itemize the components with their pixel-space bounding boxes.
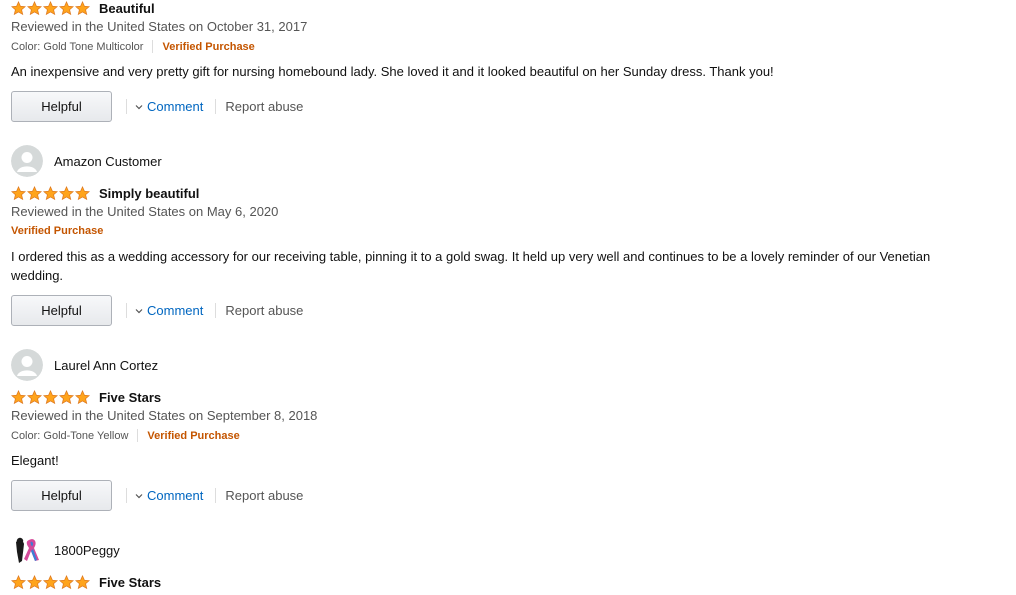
divider <box>126 488 127 503</box>
report-abuse-link[interactable]: Report abuse <box>225 488 303 503</box>
star-icon <box>11 390 26 405</box>
star-icon <box>59 390 74 405</box>
reviewer-profile[interactable]: Laurel Ann Cortez <box>11 349 158 381</box>
star-icon <box>11 1 26 16</box>
divider <box>126 303 127 318</box>
star-icon <box>43 575 58 590</box>
divider <box>137 429 139 442</box>
verified-purchase-badge: Verified Purchase <box>162 40 255 53</box>
review-actions: Helpful Comment Report abuse <box>11 295 303 326</box>
review-variant-row: Color: Gold Tone Multicolor Verified Pur… <box>11 40 255 53</box>
review-date: Reviewed in the United States on October… <box>11 19 308 34</box>
star-rating <box>11 186 90 202</box>
reviewer-name: 1800Peggy <box>54 542 120 558</box>
reviewer-profile[interactable]: Amazon Customer <box>11 145 162 177</box>
star-icon <box>43 1 58 16</box>
report-abuse-link[interactable]: Report abuse <box>225 99 303 114</box>
review-body: An inexpensive and very pretty gift for … <box>11 64 774 79</box>
star-icon <box>27 390 42 405</box>
review-title: Simply beautiful <box>99 186 200 201</box>
review-title: Five Stars <box>99 575 162 590</box>
verified-purchase-badge: Verified Purchase <box>11 225 104 237</box>
reviewer-profile[interactable]: 1800Peggy <box>11 534 120 566</box>
star-icon <box>75 1 90 16</box>
review-date: Reviewed in the United States on Septemb… <box>11 408 318 423</box>
comment-label: Comment <box>147 488 204 503</box>
divider <box>215 303 217 318</box>
star-icon <box>27 186 42 201</box>
helpful-button[interactable]: Helpful <box>11 480 112 511</box>
review-date: Reviewed in the United States on May 6, … <box>11 204 279 219</box>
star-icon <box>43 390 58 405</box>
chevron-down-icon <box>135 104 143 109</box>
review-title: Five Stars <box>99 390 162 405</box>
star-icon <box>75 186 90 201</box>
ribbon-profile-avatar <box>11 534 43 566</box>
review-actions: Helpful Comment Report abuse <box>11 480 303 511</box>
reviewer-name: Laurel Ann Cortez <box>54 357 159 373</box>
star-icon <box>11 186 26 201</box>
star-rating <box>11 390 90 406</box>
star-icon <box>75 390 90 405</box>
star-rating <box>11 575 90 591</box>
comment-link[interactable]: Comment <box>135 303 203 318</box>
star-icon <box>11 575 26 590</box>
comment-link[interactable]: Comment <box>135 488 203 503</box>
divider <box>126 99 127 114</box>
divider <box>215 488 217 503</box>
star-icon <box>59 186 74 201</box>
default-avatar-icon <box>11 349 43 381</box>
star-icon <box>59 1 74 16</box>
report-abuse-link[interactable]: Report abuse <box>225 303 303 318</box>
star-rating <box>11 1 90 17</box>
default-avatar-icon <box>11 145 43 177</box>
variant-label[interactable]: Color: Gold Tone Multicolor <box>11 41 143 53</box>
star-icon <box>27 1 42 16</box>
divider <box>215 99 217 114</box>
chevron-down-icon <box>135 308 143 313</box>
comment-link[interactable]: Comment <box>135 99 203 114</box>
verified-purchase-badge: Verified Purchase <box>147 429 240 442</box>
reviewer-name: Amazon Customer <box>54 153 162 169</box>
review-body: Elegant! <box>11 453 59 468</box>
comment-label: Comment <box>147 99 204 114</box>
star-icon <box>27 575 42 590</box>
star-icon <box>43 186 58 201</box>
chevron-down-icon <box>135 493 143 498</box>
star-icon <box>75 575 90 590</box>
review-title: Beautiful <box>99 1 155 16</box>
review-actions: Helpful Comment Report abuse <box>11 91 303 122</box>
variant-label[interactable]: Color: Gold-Tone Yellow <box>11 430 128 442</box>
helpful-button[interactable]: Helpful <box>11 295 112 326</box>
review-body: I ordered this as a wedding accessory fo… <box>11 249 931 283</box>
comment-label: Comment <box>147 303 204 318</box>
review-variant-row: Color: Gold-Tone Yellow Verified Purchas… <box>11 429 240 442</box>
helpful-button[interactable]: Helpful <box>11 91 112 122</box>
star-icon <box>59 575 74 590</box>
divider <box>152 40 154 53</box>
